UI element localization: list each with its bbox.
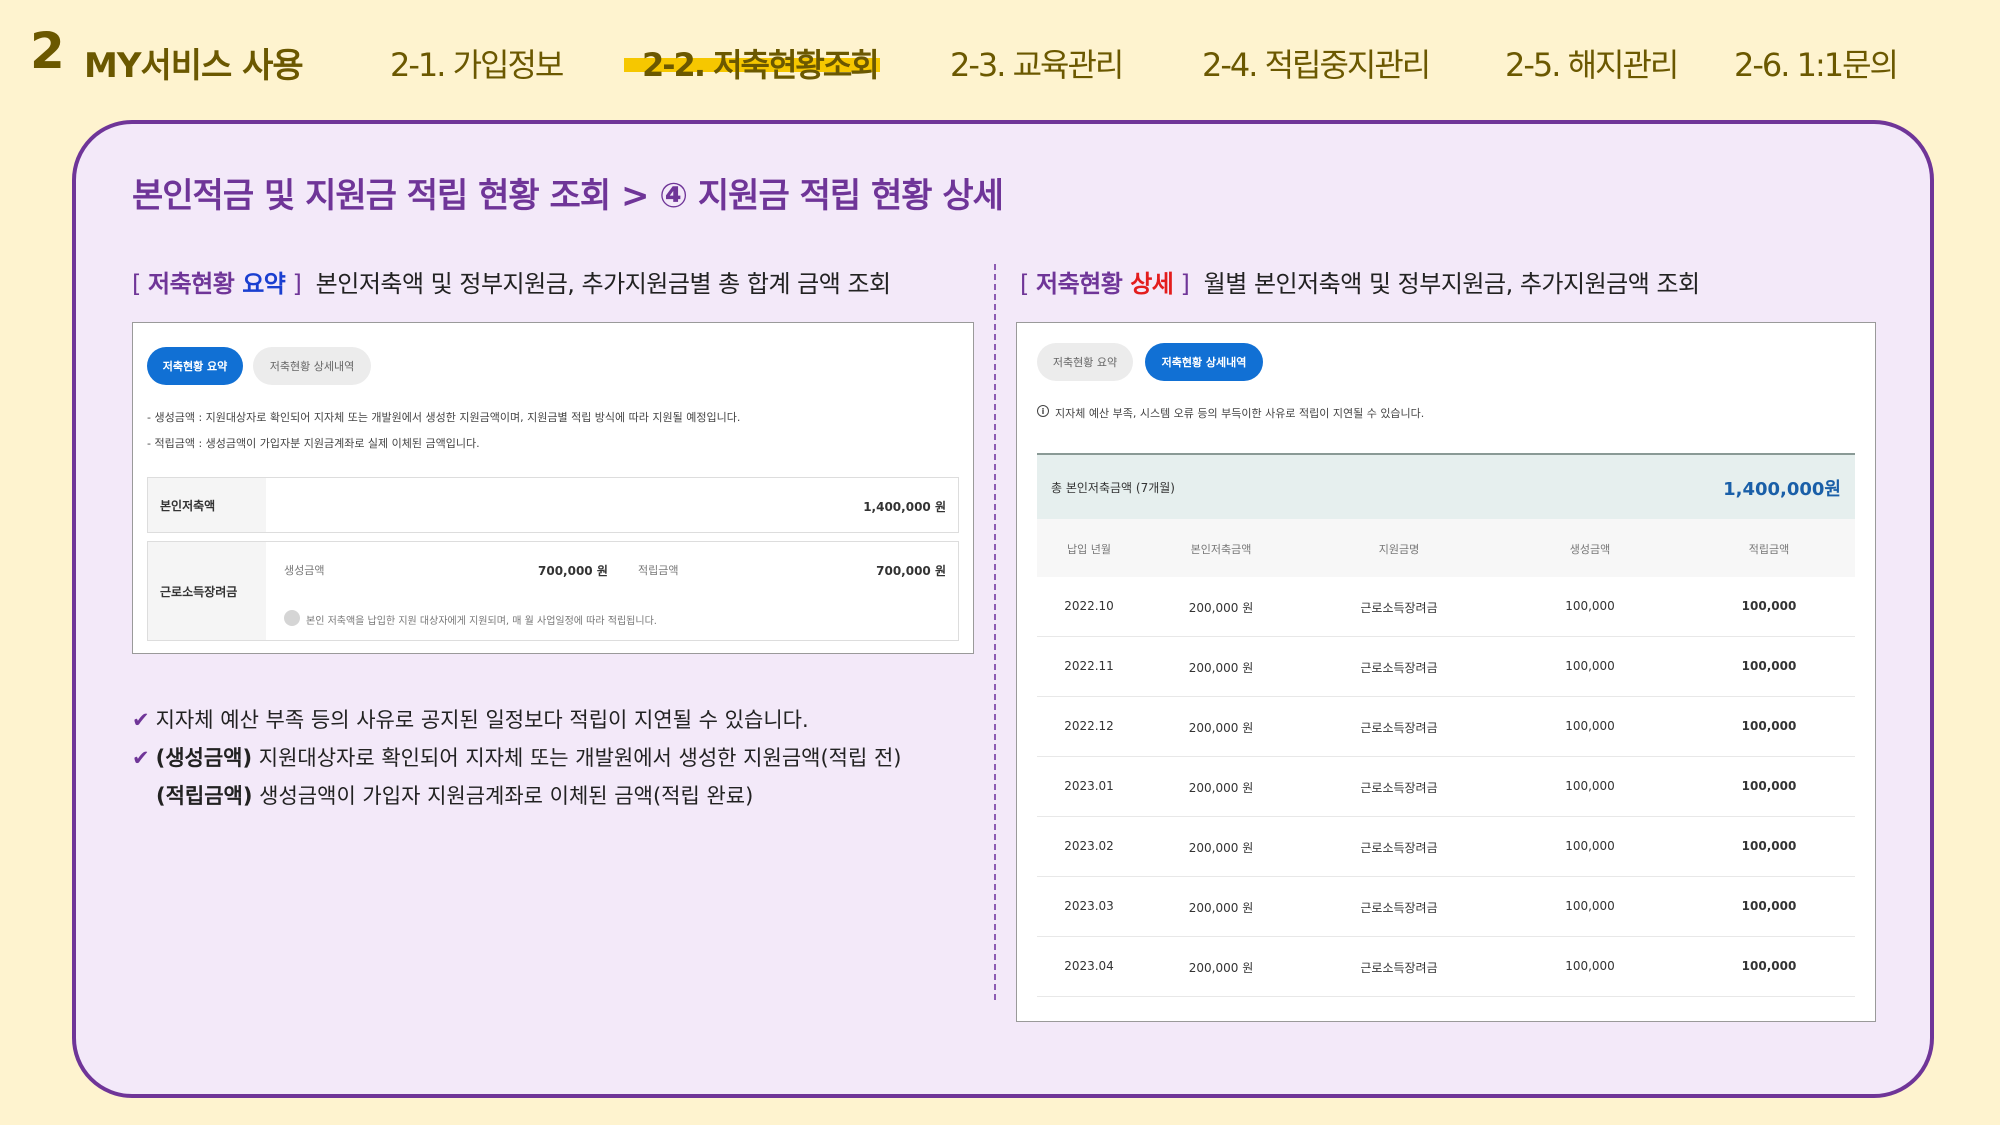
col-deposited: 적립금액 (1748, 543, 1790, 556)
summary-screenshot: 저축현황 요약 저축현황 상세내역 - 생성금액 : 지원대상자로 확인되어 지… (132, 322, 974, 654)
col-created: 생성금액 (1569, 543, 1611, 556)
table-cell: 2023.03 (1064, 899, 1114, 913)
table-cell: 100,000 (1565, 599, 1615, 613)
tab-summary[interactable]: 저축현황 요약 (147, 347, 243, 385)
incentive-row: 근로소득장려금 생성금액 700,000 원 적립금액 700,000 원 본인… (147, 541, 959, 641)
table-cell: 200,000 원 (1188, 961, 1254, 975)
page-heading: 본인적금 및 지원금 적립 현황 조회 > ④ 지원금 적립 현황 상세 (132, 176, 1004, 216)
table-cell: 근로소득장려금 (1360, 841, 1438, 855)
table-cell: 200,000 원 (1188, 661, 1254, 675)
table-cell: 200,000 원 (1188, 601, 1254, 615)
table-cell: 200,000 원 (1188, 841, 1254, 855)
table-cell: 근로소득장려금 (1360, 961, 1438, 975)
table-cell: 100,000 (1565, 899, 1615, 913)
summary-description: 본인저축액 및 정부지원금, 추가지원금별 총 합계 금액 조회 (315, 270, 891, 298)
tab-detail-list[interactable]: 저축현황 상세내역 (1145, 343, 1263, 381)
own-savings-amount: 1,400,000 원 (863, 500, 946, 514)
checklist-item: ✔ 지자체 예산 부족 등의 사유로 공지된 일정보다 적립이 지연될 수 있습니… (132, 708, 809, 732)
check-icon: ✔ (132, 746, 150, 770)
table-cell: 100,000 (1565, 719, 1615, 733)
section-number: 2 (30, 22, 65, 80)
deposited-amount-value: 700,000 원 (876, 564, 946, 578)
incentive-note: 본인 저축액을 납입한 지원 대상자에게 지원되며, 매 월 사업일정에 따라 … (306, 616, 657, 627)
total-value: 1,400,000원 (1723, 479, 1841, 500)
table-cell: 100,000 (1741, 599, 1797, 613)
detail-heading: [ 저축현황 상세 ] 월별 본인저축액 및 정부지원금, 추가지원금액 조회 (1020, 270, 1700, 298)
table-row: 2023.01 200,000 원 근로소득장려금 100,000 100,000 (1037, 757, 1855, 817)
tab-detail-list[interactable]: 저축현황 상세내역 (253, 347, 371, 385)
tab-education[interactable]: 2-3. 교육관리 (950, 40, 1124, 86)
checklist-item: (적립금액) 생성금액이 가입자 지원금계좌로 이체된 금액(적립 완료) (156, 784, 754, 808)
note-deposited-amount: - 적립금액 : 생성금액이 가입자분 지원금계좌로 실제 이체된 금액입니다. (147, 437, 480, 450)
main-panel: 본인적금 및 지원금 적립 현황 조회 > ④ 지원금 적립 현황 상세 [ 저… (72, 120, 1934, 1098)
table-cell: 근로소득장려금 (1360, 661, 1438, 675)
table-row: 2022.11 200,000 원 근로소득장려금 100,000 100,000 (1037, 637, 1855, 697)
info-circle-icon (284, 610, 300, 626)
table-cell: 200,000 원 (1188, 721, 1254, 735)
section-title: MY서비스 사용 (84, 46, 304, 86)
table-row: 2022.12 200,000 원 근로소득장려금 100,000 100,000 (1037, 697, 1855, 757)
col-own-savings: 본인저축금액 (1190, 543, 1252, 556)
table-cell: 2023.04 (1064, 959, 1114, 973)
tab-suspension[interactable]: 2-4. 적립중지관리 (1202, 40, 1431, 86)
own-savings-row: 본인저축액 1,400,000 원 (147, 477, 959, 533)
table-cell: 2023.02 (1064, 839, 1114, 853)
table-cell: 100,000 (1741, 839, 1797, 853)
table-cell: 100,000 (1741, 659, 1797, 673)
info-icon: i (1037, 405, 1049, 417)
detail-description: 월별 본인저축액 및 정부지원금, 추가지원금액 조회 (1203, 270, 1700, 298)
table-row: 2023.04 200,000 원 근로소득장려금 100,000 100,000 (1037, 937, 1855, 997)
table-header: 납입 년월 본인저축금액 지원금명 생성금액 적립금액 (1037, 519, 1855, 577)
table-cell: 2022.11 (1064, 659, 1114, 673)
section-divider (994, 264, 996, 1000)
table-cell: 근로소득장려금 (1360, 901, 1438, 915)
table-cell: 100,000 (1565, 839, 1615, 853)
check-icon: ✔ (132, 708, 150, 732)
tab-inquiry[interactable]: 2-6. 1:1문의 (1734, 40, 1899, 86)
table-cell: 2022.10 (1064, 599, 1114, 613)
tab-join-info[interactable]: 2-1. 가입정보 (390, 40, 564, 86)
table-cell: 100,000 (1741, 779, 1797, 793)
table-cell: 100,000 (1741, 719, 1797, 733)
table-row: 2023.03 200,000 원 근로소득장려금 100,000 100,000 (1037, 877, 1855, 937)
table-cell: 100,000 (1741, 959, 1797, 973)
tab-termination[interactable]: 2-5. 해지관리 (1505, 40, 1679, 86)
table-cell: 근로소득장려금 (1360, 721, 1438, 735)
table-cell: 100,000 (1565, 659, 1615, 673)
table-cell: 2022.12 (1064, 719, 1114, 733)
table-cell: 100,000 (1565, 779, 1615, 793)
total-label: 총 본인저축금액 (7개월) (1051, 481, 1175, 495)
tab-summary[interactable]: 저축현황 요약 (1037, 343, 1133, 381)
table-row: 2023.02 200,000 원 근로소득장려금 100,000 100,000 (1037, 817, 1855, 877)
table-cell: 2023.01 (1064, 779, 1114, 793)
delay-info: 지자체 예산 부족, 시스템 오류 등의 부득이한 사유로 적립이 지연될 수 … (1055, 407, 1425, 420)
table-cell: 100,000 (1565, 959, 1615, 973)
tab-savings-status[interactable]: 2-2. 저축현황조회 (642, 40, 880, 86)
incentive-label: 근로소득장려금 (148, 542, 266, 640)
own-savings-label: 본인저축액 (148, 478, 266, 532)
table-cell: 근로소득장려금 (1360, 601, 1438, 615)
summary-heading: [ 저축현황 요약 ] 본인저축액 및 정부지원금, 추가지원금별 총 합계 금… (132, 270, 891, 298)
table-cell: 200,000 원 (1188, 781, 1254, 795)
table-row: 2022.10 200,000 원 근로소득장려금 100,000 100,000 (1037, 577, 1855, 637)
table-cell: 200,000 원 (1188, 901, 1254, 915)
note-created-amount: - 생성금액 : 지원대상자로 확인되어 지자체 또는 개발원에서 생성한 지원… (147, 411, 741, 424)
col-month: 납입 년월 (1067, 543, 1111, 556)
detail-screenshot: 저축현황 요약 저축현황 상세내역 i 지자체 예산 부족, 시스템 오류 등의… (1016, 322, 1876, 1022)
col-incentive-name: 지원금명 (1378, 543, 1420, 556)
table-cell: 근로소득장려금 (1360, 781, 1438, 795)
created-amount-value: 700,000 원 (538, 564, 608, 578)
checklist-item: ✔ (생성금액) 지원대상자로 확인되어 지자체 또는 개발원에서 생성한 지원금… (132, 746, 902, 770)
top-nav: 2 MY서비스 사용 2-1. 가입정보 2-2. 저축현황조회 2-3. 교육… (0, 0, 2000, 115)
deposited-amount-label: 적립금액 (638, 564, 679, 577)
table-cell: 100,000 (1741, 899, 1797, 913)
created-amount-label: 생성금액 (284, 564, 325, 577)
total-summary-bar: 총 본인저축금액 (7개월) 1,400,000원 (1037, 453, 1855, 519)
